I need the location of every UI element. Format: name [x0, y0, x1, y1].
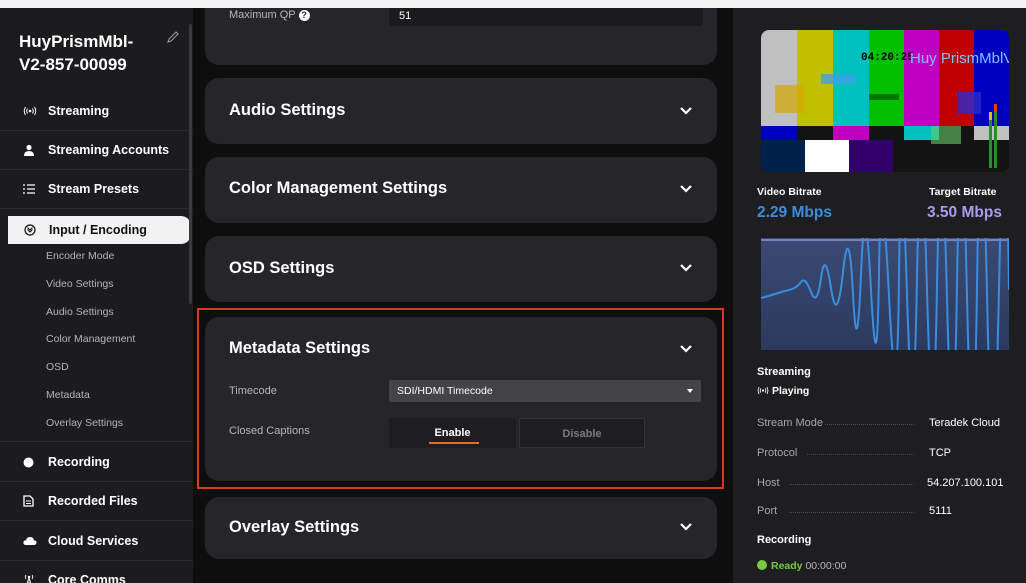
- divider: [0, 441, 193, 442]
- sidebar-item-label: Core Comms: [48, 573, 126, 583]
- sub-item-audio-settings[interactable]: Audio Settings: [46, 306, 114, 318]
- record-dot-icon: [23, 454, 41, 470]
- sidebar-item-label: Stream Presets: [48, 182, 140, 196]
- preview-overlay-text: Huy PrismMblV2: [910, 50, 1009, 67]
- chevron-down-icon[interactable]: [679, 522, 693, 532]
- preview-timecode: 04:20:25: [861, 52, 914, 64]
- stream-mode-row: Stream Mode Teradek Cloud: [757, 417, 1000, 429]
- target-bitrate-value: 3.50 Mbps: [927, 204, 1002, 221]
- broadcast-icon: [757, 386, 769, 395]
- help-icon[interactable]: ?: [298, 10, 310, 21]
- audio-settings-card[interactable]: Audio Settings: [205, 78, 717, 144]
- video-bitrate-value: 2.29 Mbps: [757, 204, 832, 221]
- video-preview[interactable]: 04:20:25 Huy PrismMblV2: [761, 30, 1009, 172]
- sidebar-item-label: Recording: [48, 455, 110, 469]
- list-icon: [23, 181, 41, 197]
- max-qp-label: Maximum QP?: [229, 9, 310, 21]
- status-dot-icon: [757, 560, 767, 570]
- sidebar-item-streaming-accounts[interactable]: Streaming Accounts: [0, 131, 193, 169]
- encoder-settings-card: Maximum QP? 51: [205, 8, 717, 65]
- sub-item-metadata[interactable]: Metadata: [46, 389, 90, 401]
- sub-item-overlay-settings[interactable]: Overlay Settings: [46, 417, 123, 429]
- divider: [0, 520, 193, 521]
- sub-item-color-management[interactable]: Color Management: [46, 333, 135, 345]
- target-bitrate-label: Target Bitrate: [929, 186, 997, 198]
- streaming-status: Playing: [757, 385, 809, 397]
- sidebar-item-core-comms[interactable]: Core Comms: [0, 561, 193, 583]
- card-title: OSD Settings: [229, 259, 335, 277]
- settings-panel: Maximum QP? 51 Audio Settings Color Mana…: [193, 8, 733, 583]
- card-title: Audio Settings: [229, 101, 346, 119]
- user-icon: [23, 142, 41, 158]
- sidebar-item-label: Input / Encoding: [49, 223, 147, 237]
- protocol-row: Protocol TCP: [757, 447, 951, 459]
- sidebar-item-cloud-services[interactable]: Cloud Services: [0, 522, 193, 560]
- sidebar-item-stream-presets[interactable]: Stream Presets: [0, 170, 193, 208]
- color-management-settings-card[interactable]: Color Management Settings: [205, 157, 717, 223]
- sidebar-scrollbar[interactable]: [189, 24, 192, 304]
- sub-item-video-settings[interactable]: Video Settings: [46, 278, 114, 290]
- max-qp-input[interactable]: 51: [389, 8, 703, 26]
- status-panel: 04:20:25 Huy PrismMblV2 Video Bitrate 2.…: [733, 8, 1026, 583]
- color-bars-image: 04:20:25 Huy PrismMblV2: [761, 30, 1009, 172]
- osd-settings-card[interactable]: OSD Settings: [205, 236, 717, 302]
- broadcast-icon: [23, 103, 41, 119]
- sidebar-item-input-encoding[interactable]: Input / Encoding: [8, 216, 191, 244]
- chevron-down-icon[interactable]: [679, 263, 693, 273]
- pencil-icon[interactable]: [166, 30, 180, 44]
- highlight-box: [197, 308, 724, 489]
- top-strip: [0, 0, 1026, 8]
- sidebar: HuyPrismMbl-V2-857-00099 Streaming Strea…: [0, 8, 193, 583]
- sidebar-item-label: Streaming: [48, 104, 110, 118]
- sub-item-osd[interactable]: OSD: [46, 361, 69, 373]
- host-row: Host 54.207.100.101: [757, 477, 1004, 489]
- device-name: HuyPrismMbl-V2-857-00099: [19, 32, 134, 74]
- sidebar-item-label: Recorded Files: [48, 494, 138, 508]
- chevron-down-icon[interactable]: [679, 184, 693, 194]
- video-bitrate-label: Video Bitrate: [757, 186, 822, 198]
- sub-item-encoder-mode[interactable]: Encoder Mode: [46, 250, 114, 262]
- input-icon: [24, 222, 42, 238]
- sidebar-item-recording[interactable]: Recording: [0, 443, 193, 481]
- sidebar-item-recorded-files[interactable]: Recorded Files: [0, 482, 193, 520]
- card-title: Overlay Settings: [229, 518, 360, 536]
- sidebar-item-label: Streaming Accounts: [48, 143, 170, 157]
- card-title: Color Management Settings: [229, 179, 448, 197]
- cloud-icon: [23, 533, 41, 549]
- streaming-title: Streaming: [757, 366, 811, 378]
- bitrate-graph: [761, 238, 1009, 350]
- sidebar-item-label: Cloud Services: [48, 534, 139, 548]
- divider: [0, 208, 193, 209]
- port-row: Port 5111: [757, 505, 952, 517]
- chevron-down-icon[interactable]: [679, 106, 693, 116]
- sidebar-item-streaming[interactable]: Streaming: [0, 92, 193, 130]
- recording-status: Ready 00:00:00: [757, 560, 846, 572]
- tower-icon: [23, 572, 41, 583]
- file-icon: [23, 493, 41, 509]
- overlay-settings-card[interactable]: Overlay Settings: [205, 497, 717, 559]
- recording-title: Recording: [757, 534, 812, 546]
